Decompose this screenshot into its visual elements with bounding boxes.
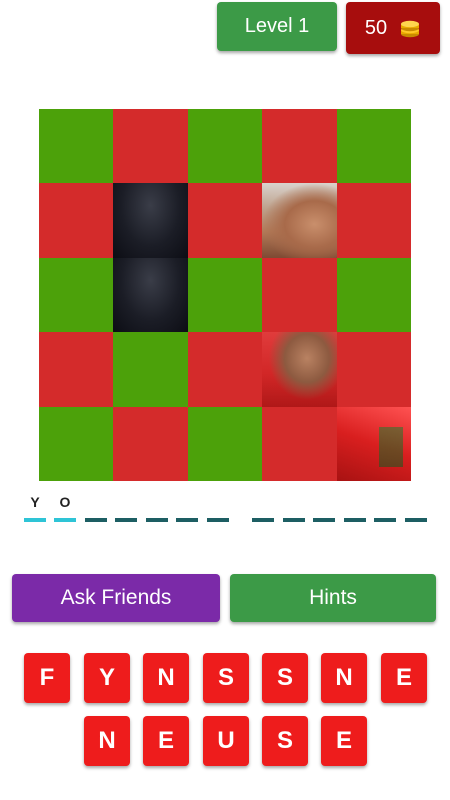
picture-board [39,109,411,481]
letter-key-label: S [276,727,293,754]
revealed-photo-tile [113,257,188,333]
letter-key[interactable]: E [143,716,189,766]
cover-tile[interactable] [39,257,114,333]
cover-tile[interactable] [39,406,114,481]
level-button[interactable]: Level 1 [217,2,337,51]
cover-tile[interactable] [187,257,263,333]
answer-slot[interactable] [207,490,229,522]
cover-tile[interactable] [187,406,263,481]
revealed-photo-tile [336,406,411,481]
hints-label: Hints [309,586,357,609]
ask-friends-button[interactable]: Ask Friends [12,574,220,622]
cover-tile[interactable] [336,332,411,407]
answer-slot[interactable] [283,490,305,522]
letter-key-label: E [157,727,174,754]
answer-slot-underline [54,518,76,522]
answer-slot[interactable] [313,490,335,522]
answer-slot[interactable] [344,490,366,522]
answer-slot-underline [313,518,335,522]
answer-slot-underline [115,518,137,522]
letter-key-label: N [157,664,175,691]
letter-key-label: U [217,727,235,754]
answer-slot-underline [176,518,198,522]
cover-tile[interactable] [336,183,411,258]
answer-slot-underline [283,518,305,522]
letter-key[interactable]: S [262,653,308,703]
coins-count: 50 [364,16,388,39]
letter-key[interactable]: Y [84,653,130,703]
hints-button[interactable]: Hints [230,574,436,622]
revealed-photo-tile [262,332,337,407]
cover-tile[interactable] [39,109,114,184]
letter-key-label: F [39,664,55,691]
cover-tile[interactable] [262,257,337,333]
answer-slot-underline [24,518,46,522]
answer-slot-underline [207,518,229,522]
cover-tile[interactable] [336,109,411,184]
letter-key[interactable]: N [143,653,189,703]
answer-slot-letter: Y [30,494,40,510]
coins-stack-icon [401,20,420,38]
answer-slot[interactable] [405,490,427,522]
answer-slot[interactable] [146,490,168,522]
answer-slot[interactable] [252,490,274,522]
cover-tile[interactable] [187,109,263,184]
ask-friends-label: Ask Friends [60,586,172,609]
letter-key[interactable]: N [84,716,130,766]
letter-key-label: S [276,664,293,691]
revealed-photo-tile [113,183,188,258]
cover-tile[interactable] [336,257,411,333]
answer-slot[interactable] [115,490,137,522]
answer-slots: Y O [24,490,429,522]
cover-tile[interactable] [187,183,263,258]
letter-key[interactable]: U [203,716,249,766]
cover-tile[interactable] [187,332,263,407]
letter-key[interactable]: E [321,716,367,766]
letter-key[interactable]: E [381,653,427,703]
answer-slot[interactable] [85,490,107,522]
letter-key-label: N [335,664,353,691]
letter-key[interactable]: N [321,653,367,703]
cover-tile[interactable] [262,109,337,184]
answer-slot-underline [252,518,274,522]
letter-key-label: N [98,727,116,754]
answer-slot[interactable] [374,490,396,522]
letter-key[interactable]: S [203,653,249,703]
letter-key-label: Y [98,664,115,691]
letter-key-label: S [217,664,234,691]
letter-key-label: E [395,664,412,691]
letter-key[interactable]: F [24,653,70,703]
answer-slot[interactable] [176,490,198,522]
cover-tile[interactable] [262,406,337,481]
cover-tile[interactable] [113,109,188,184]
answer-slot-underline [344,518,366,522]
answer-slot-underline [85,518,107,522]
answer-slot-underline [146,518,168,522]
cover-tile[interactable] [39,183,114,258]
letter-key[interactable]: S [262,716,308,766]
answer-slot-underline [374,518,396,522]
letter-key-label: E [335,727,352,754]
answer-slot-letter: O [59,494,71,510]
cover-tile[interactable] [113,332,188,407]
revealed-photo-tile [262,183,337,258]
coins-display[interactable]: 50 [346,2,440,54]
answer-slot-underline [405,518,427,522]
answer-slot[interactable]: Y [24,490,46,522]
answer-slot[interactable]: O [54,490,76,522]
cover-tile[interactable] [113,406,188,481]
level-label: Level 1 [244,15,310,37]
cover-tile[interactable] [39,332,114,407]
